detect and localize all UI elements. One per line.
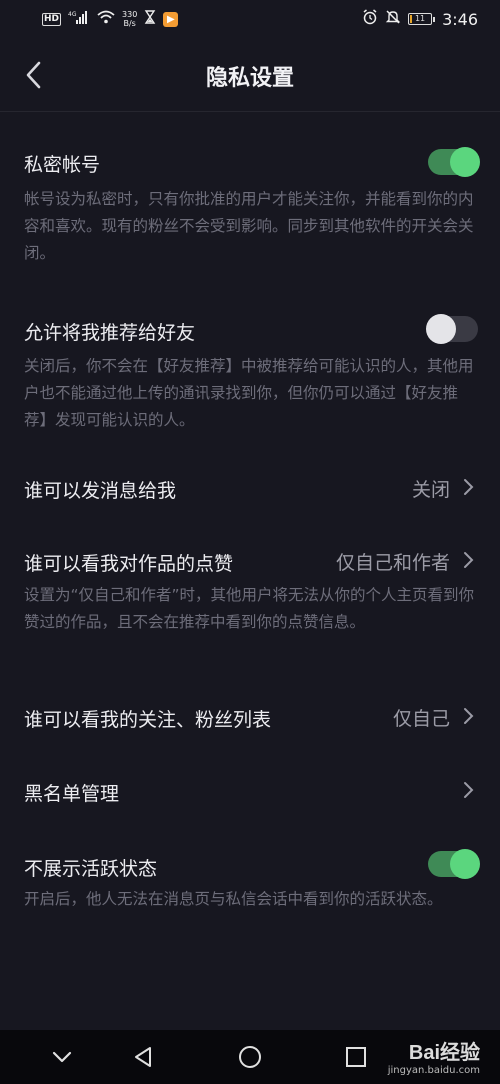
- private-account-desc: 帐号设为私密时，只有你批准的用户才能关注你，并能看到你的内容和喜欢。现有的粉丝不…: [24, 190, 474, 262]
- chevron-right-icon: [464, 782, 474, 798]
- chevron-right-icon: [464, 708, 474, 724]
- follow-list-value: 仅自己: [392, 708, 450, 730]
- toggle-knob: [450, 849, 480, 879]
- message-value: 关闭: [411, 479, 450, 501]
- battery-icon: 11: [408, 13, 436, 25]
- recommend-friends-toggle[interactable]: [426, 314, 478, 344]
- net-speed: 330 B/s: [122, 10, 137, 28]
- message-title: 谁可以发消息给我: [24, 480, 177, 502]
- recents-button[interactable]: [343, 1044, 369, 1070]
- watermark-logo: Bai经验: [408, 1042, 480, 1064]
- cellular-signal-icon: 4G: [68, 10, 90, 28]
- private-account-toggle[interactable]: [428, 147, 480, 177]
- battery-tip: [433, 16, 436, 22]
- nav-bar: 隐私设置: [0, 38, 500, 112]
- setting-message[interactable]: 谁可以发消息给我 关闭: [0, 460, 500, 516]
- net-speed-unit: B/s: [123, 19, 136, 28]
- square-recents-icon: [346, 1047, 366, 1067]
- watermark-url: jingyan.baidu.com: [387, 1065, 480, 1076]
- recommend-friends-title: 允许将我推荐给好友: [24, 322, 196, 344]
- net-speed-value: 330: [122, 10, 138, 19]
- alarm-icon: [362, 9, 378, 29]
- status-left: HD 4G 330 B/s ▶: [42, 10, 179, 28]
- chevron-right-icon: [464, 552, 474, 568]
- signal-type: 4G: [68, 11, 77, 18]
- system-nav-bar: Bai经验 jingyan.baidu.com: [0, 1030, 500, 1084]
- likes-visibility-desc: 设置为“仅自己和作者”时，其他用户将无法从你的个人主页看到你赞过的作品，且不会在…: [24, 586, 475, 631]
- setting-blacklist[interactable]: 黑名单管理: [0, 766, 500, 822]
- battery-body: 11: [408, 13, 433, 25]
- recommend-friends-desc: 关闭后，你不会在【好友推荐】中被推荐给可能认识的人，其他用户也不能通过他上传的通…: [24, 357, 474, 429]
- likes-visibility-title: 谁可以看我对作品的点赞: [24, 553, 234, 575]
- setting-private-account: 私密帐号 帐号设为私密时，只有你批准的用户才能关注你，并能看到你的内容和喜欢。现…: [0, 140, 500, 270]
- blacklist-title: 黑名单管理: [24, 783, 120, 805]
- chevron-right-icon: [464, 479, 474, 495]
- toggle-knob: [426, 314, 456, 344]
- app-notification-icon: ▶: [163, 11, 179, 27]
- toggle-knob: [450, 147, 480, 177]
- triangle-back-icon: [135, 1047, 151, 1067]
- hide-active-title: 不展示活跃状态: [24, 858, 158, 880]
- likes-visibility-value: 仅自己和作者: [335, 552, 450, 574]
- setting-follow-list[interactable]: 谁可以看我的关注、粉丝列表 仅自己: [0, 690, 500, 746]
- mute-bell-icon: [385, 9, 401, 29]
- hide-active-toggle[interactable]: [428, 849, 480, 879]
- battery-fill: [410, 15, 413, 23]
- hd-badge: HD: [42, 12, 62, 26]
- home-button[interactable]: [237, 1044, 263, 1070]
- battery-level: 11: [414, 14, 426, 23]
- status-right: 11 3:46: [362, 9, 478, 29]
- setting-likes-visibility[interactable]: 谁可以看我对作品的点赞 仅自己和作者 设置为“仅自己和作者”时，其他用户将无法从…: [0, 534, 500, 664]
- setting-hide-active: 不展示活跃状态 开启后，他人无法在消息页与私信会话中看到你的活跃状态。: [0, 842, 500, 942]
- collapse-button[interactable]: [49, 1044, 75, 1070]
- setting-recommend-friends: 允许将我推荐给好友 关闭后，你不会在【好友推荐】中被推荐给可能认识的人，其他用户…: [0, 306, 500, 436]
- hide-active-desc: 开启后，他人无法在消息页与私信会话中看到你的活跃状态。: [24, 890, 443, 908]
- circle-home-icon: [239, 1046, 261, 1068]
- private-account-title: 私密帐号: [24, 154, 101, 176]
- wifi-icon: [97, 10, 115, 28]
- system-back-button[interactable]: [130, 1044, 156, 1070]
- status-bar: HD 4G 330 B/s ▶ 11 3:46: [0, 0, 500, 38]
- follow-list-title: 谁可以看我的关注、粉丝列表: [24, 709, 272, 731]
- hourglass-icon: [144, 10, 156, 28]
- clock: 3:46: [442, 9, 478, 29]
- page-title: 隐私设置: [205, 66, 294, 91]
- chevron-down-icon: [52, 1051, 72, 1063]
- baidu-jingyan-watermark: Bai经验 jingyan.baidu.com: [388, 1036, 480, 1076]
